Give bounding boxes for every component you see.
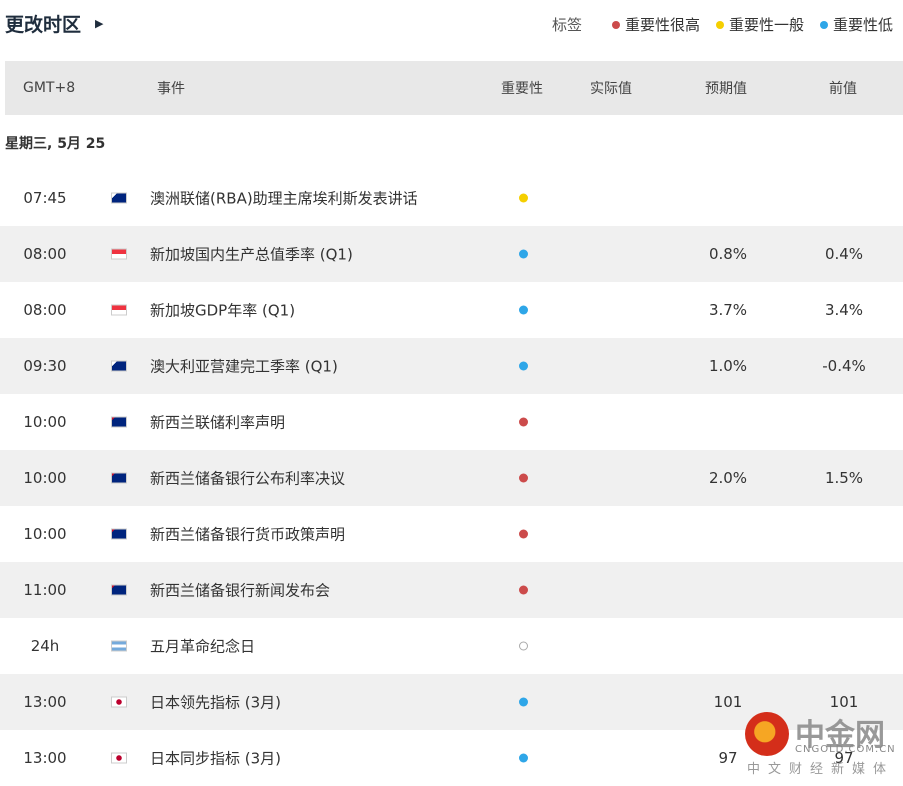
flag-ar-icon bbox=[111, 640, 127, 652]
blue-dot-icon bbox=[819, 20, 828, 29]
previous-value: 0.4% bbox=[824, 245, 864, 263]
event-name-link[interactable]: 澳洲联储(RBA)助理主席埃利斯发表讲话 bbox=[150, 188, 418, 209]
table-row: 13:00 日本同步指标 (3月) 97 97 bbox=[0, 730, 903, 786]
legend-item-low: 重要性低 bbox=[819, 14, 893, 35]
flag-sg-icon bbox=[111, 248, 127, 260]
table-row: 07:45 澳洲联储(RBA)助理主席埃利斯发表讲话 bbox=[0, 170, 903, 226]
forecast-value: 101 bbox=[713, 693, 743, 711]
legend-text: 重要性很高 bbox=[624, 16, 700, 34]
flag-nz-icon bbox=[111, 584, 127, 596]
importance-medium-dot-icon bbox=[519, 193, 528, 203]
importance-high-dot-icon bbox=[519, 529, 528, 539]
event-time: 13:00 bbox=[23, 749, 67, 767]
flag-au-icon bbox=[111, 360, 127, 372]
date-heading: 星期三, 5月 25 bbox=[5, 136, 106, 152]
event-time: 10:00 bbox=[23, 413, 67, 431]
importance-low-dot-icon bbox=[519, 753, 528, 763]
table-row: 08:00 新加坡国内生产总值季率 (Q1) 0.8% 0.4% bbox=[0, 226, 903, 282]
top-bar: 更改时区 ▶ 标签 重要性很高 重要性一般 重要性低 bbox=[0, 0, 903, 50]
legend-item-medium: 重要性一般 bbox=[715, 14, 804, 35]
importance-high-dot-icon bbox=[519, 585, 528, 595]
legend-label: 标签 bbox=[551, 16, 582, 34]
event-time: 10:00 bbox=[23, 525, 67, 543]
event-name-link[interactable]: 新西兰储备银行货币政策声明 bbox=[150, 524, 345, 545]
importance-holiday-dot-icon bbox=[519, 641, 528, 651]
event-name-link[interactable]: 新西兰联储利率声明 bbox=[150, 412, 285, 433]
change-timezone-button[interactable]: 更改时区 ▶ bbox=[5, 10, 103, 37]
column-forecast: 预期值 bbox=[705, 81, 747, 97]
play-triangle-icon: ▶ bbox=[95, 17, 104, 30]
event-time: 11:00 bbox=[23, 581, 67, 599]
event-name-link[interactable]: 日本领先指标 (3月) bbox=[150, 692, 281, 713]
importance-low-dot-icon bbox=[519, 305, 528, 315]
previous-value: 101 bbox=[829, 693, 859, 711]
legend-text: 重要性一般 bbox=[728, 16, 804, 34]
flag-nz-icon bbox=[111, 416, 127, 428]
forecast-value: 97 bbox=[718, 749, 738, 767]
yellow-dot-icon bbox=[715, 20, 724, 29]
event-time: 08:00 bbox=[23, 245, 67, 263]
forecast-value: 0.8% bbox=[708, 245, 748, 263]
event-name-link[interactable]: 日本同步指标 (3月) bbox=[150, 748, 281, 769]
event-list: 07:45 澳洲联储(RBA)助理主席埃利斯发表讲话 08:00 新加坡国内生产… bbox=[0, 170, 903, 786]
table-row: 10:00 新西兰联储利率声明 bbox=[0, 394, 903, 450]
event-time: 24h bbox=[30, 637, 60, 655]
importance-legend: 标签 重要性很高 重要性一般 重要性低 bbox=[552, 14, 893, 35]
flag-jp-icon bbox=[111, 696, 127, 708]
event-time: 08:00 bbox=[23, 301, 67, 319]
legend-item-high: 重要性很高 bbox=[611, 14, 700, 35]
importance-high-dot-icon bbox=[519, 417, 528, 427]
flag-au-icon bbox=[111, 192, 127, 204]
table-row: 08:00 新加坡GDP年率 (Q1) 3.7% 3.4% bbox=[0, 282, 903, 338]
flag-jp-icon bbox=[111, 752, 127, 764]
flag-nz-icon bbox=[111, 472, 127, 484]
event-time: 13:00 bbox=[23, 693, 67, 711]
flag-nz-icon bbox=[111, 528, 127, 540]
column-previous: 前值 bbox=[829, 81, 857, 97]
forecast-value: 1.0% bbox=[708, 357, 748, 375]
importance-low-dot-icon bbox=[519, 697, 528, 707]
forecast-value: 3.7% bbox=[708, 301, 748, 319]
flag-sg-icon bbox=[111, 304, 127, 316]
column-event: 事件 bbox=[157, 81, 185, 97]
table-row: 11:00 新西兰储备银行新闻发布会 bbox=[0, 562, 903, 618]
previous-value: 1.5% bbox=[824, 469, 864, 487]
forecast-value: 2.0% bbox=[708, 469, 748, 487]
previous-value: 97 bbox=[834, 749, 854, 767]
table-header: GMT+8 事件 重要性 实际值 预期值 前值 bbox=[5, 61, 903, 115]
event-name-link[interactable]: 澳大利亚营建完工季率 (Q1) bbox=[150, 356, 338, 377]
table-row: 24h 五月革命纪念日 bbox=[0, 618, 903, 674]
importance-low-dot-icon bbox=[519, 249, 528, 259]
event-name-link[interactable]: 新加坡国内生产总值季率 (Q1) bbox=[150, 244, 353, 265]
event-time: 10:00 bbox=[23, 469, 67, 487]
column-time: GMT+8 bbox=[23, 80, 76, 96]
previous-value: 3.4% bbox=[824, 301, 864, 319]
previous-value: -0.4% bbox=[822, 357, 866, 375]
importance-low-dot-icon bbox=[519, 361, 528, 371]
event-name-link[interactable]: 新西兰储备银行新闻发布会 bbox=[150, 580, 330, 601]
table-row: 13:00 日本领先指标 (3月) 101 101 bbox=[0, 674, 903, 730]
column-importance: 重要性 bbox=[501, 81, 543, 97]
event-time: 09:30 bbox=[23, 357, 67, 375]
importance-high-dot-icon bbox=[519, 473, 528, 483]
column-actual: 实际值 bbox=[590, 81, 632, 97]
table-row: 10:00 新西兰储备银行公布利率决议 2.0% 1.5% bbox=[0, 450, 903, 506]
red-dot-icon bbox=[611, 20, 620, 29]
table-row: 10:00 新西兰储备银行货币政策声明 bbox=[0, 506, 903, 562]
table-row: 09:30 澳大利亚营建完工季率 (Q1) 1.0% -0.4% bbox=[0, 338, 903, 394]
event-name-link[interactable]: 新西兰储备银行公布利率决议 bbox=[150, 468, 345, 489]
legend-text: 重要性低 bbox=[832, 16, 893, 34]
event-name-link[interactable]: 新加坡GDP年率 (Q1) bbox=[150, 300, 295, 321]
event-time: 07:45 bbox=[23, 189, 67, 207]
change-timezone-label: 更改时区 bbox=[5, 14, 82, 36]
event-name-link[interactable]: 五月革命纪念日 bbox=[150, 636, 255, 657]
